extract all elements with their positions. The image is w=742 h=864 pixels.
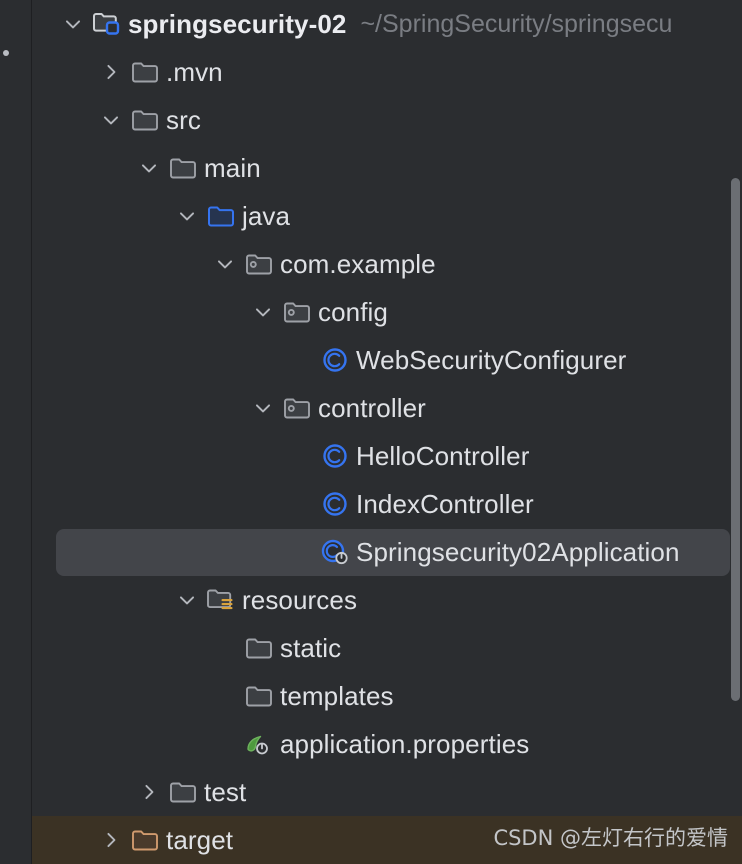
tree-row-content: WebSecurityConfigurer: [284, 336, 626, 384]
tree-row-label: .mvn: [166, 56, 223, 87]
excluded-folder-icon: [128, 816, 162, 864]
tree-row-label: main: [204, 152, 261, 183]
chevron-down-icon[interactable]: [94, 96, 128, 144]
tree-row-content: HelloController: [284, 432, 529, 480]
tree-row-springsecurity-02[interactable]: springsecurity-02 ~/SpringSecurity/spring…: [32, 0, 742, 48]
folder-icon: [128, 96, 162, 144]
tree-row-label: Springsecurity02Application: [356, 536, 680, 567]
package-icon: [280, 384, 314, 432]
tree-row-label: com.example: [280, 248, 436, 279]
tree-row-content: springsecurity-02 ~/SpringSecurity/spring…: [56, 0, 672, 48]
tree-row-label: springsecurity-02: [128, 8, 347, 39]
package-icon: [280, 288, 314, 336]
tree-row-content: templates: [208, 672, 394, 720]
tree-row-content: config: [246, 288, 388, 336]
package-icon: [242, 240, 276, 288]
chevron-down-icon[interactable]: [246, 288, 280, 336]
tree-row-target[interactable]: target: [32, 816, 742, 864]
folder-icon: [166, 144, 200, 192]
project-folder-icon: [90, 0, 124, 48]
tree-row-static[interactable]: static: [32, 624, 742, 672]
java-class-icon: [318, 480, 352, 528]
source-root-folder-icon: [204, 192, 238, 240]
chevron-down-icon[interactable]: [56, 0, 90, 48]
chevron-down-icon[interactable]: [170, 192, 204, 240]
tree-row-content: main: [132, 144, 261, 192]
folder-icon: [242, 672, 276, 720]
tree-row-content: static: [208, 624, 341, 672]
spring-boot-class-icon: [318, 528, 352, 576]
tree-row-label: target: [166, 824, 234, 855]
tree-row-content: .mvn: [94, 48, 223, 96]
resources-root-folder-icon: [204, 576, 238, 624]
tree-row-label: application.properties: [280, 728, 530, 759]
tree-row-content: com.example: [208, 240, 436, 288]
tree-row-websecurityconfigurer[interactable]: WebSecurityConfigurer: [32, 336, 742, 384]
chevron-down-icon[interactable]: [246, 384, 280, 432]
folder-icon: [242, 624, 276, 672]
tree-row-hellocontroller[interactable]: HelloController: [32, 432, 742, 480]
chevron-right-icon[interactable]: [132, 768, 166, 816]
project-file-tree[interactable]: springsecurity-02 ~/SpringSecurity/spring…: [32, 0, 742, 864]
tree-row-label: IndexController: [356, 488, 534, 519]
tree-row-content: src: [94, 96, 201, 144]
tree-row-content: Springsecurity02Application: [284, 528, 680, 576]
tree-row-test[interactable]: test: [32, 768, 742, 816]
project-tool-window: springsecurity-02 ~/SpringSecurity/spring…: [0, 0, 742, 864]
vertical-scrollbar-track[interactable]: [728, 0, 742, 864]
tree-row-com-example[interactable]: com.example: [32, 240, 742, 288]
left-gutter: [0, 0, 31, 864]
tree-row-content: test: [132, 768, 246, 816]
tree-row-label: templates: [280, 680, 394, 711]
tree-row-label: HelloController: [356, 440, 530, 471]
tree-row-content: controller: [246, 384, 426, 432]
tree-row-path: ~/SpringSecurity/springsecu: [360, 9, 673, 38]
tree-row-java[interactable]: java: [32, 192, 742, 240]
tree-row-main[interactable]: main: [32, 144, 742, 192]
spring-properties-icon: [242, 720, 276, 768]
tree-row-label: java: [242, 200, 291, 231]
java-class-icon: [318, 336, 352, 384]
java-class-icon: [318, 432, 352, 480]
tree-row-resources[interactable]: resources: [32, 576, 742, 624]
tree-row-label: static: [280, 632, 342, 663]
tree-row-content: target: [94, 816, 233, 864]
folder-icon: [128, 48, 162, 96]
tree-row-content: IndexController: [284, 480, 534, 528]
chevron-down-icon[interactable]: [208, 240, 242, 288]
tree-row-label: controller: [318, 392, 426, 423]
tree-row-content: java: [170, 192, 290, 240]
tree-row-label: config: [318, 296, 388, 327]
chevron-down-icon[interactable]: [170, 576, 204, 624]
folder-icon: [166, 768, 200, 816]
tree-row-label: test: [204, 776, 247, 807]
chevron-right-icon[interactable]: [94, 816, 128, 864]
tree-row-application-properties[interactable]: application.properties: [32, 720, 742, 768]
tree-row-springsecurity02application[interactable]: Springsecurity02Application: [32, 528, 742, 576]
tree-row-src[interactable]: src: [32, 96, 742, 144]
chevron-down-icon[interactable]: [132, 144, 166, 192]
tree-row-controller[interactable]: controller: [32, 384, 742, 432]
gutter-marker-dot: [3, 50, 9, 56]
tree-row-templates[interactable]: templates: [32, 672, 742, 720]
tree-row-label: WebSecurityConfigurer: [356, 344, 627, 375]
vertical-scrollbar-thumb[interactable]: [731, 178, 740, 701]
tree-row-mvn[interactable]: .mvn: [32, 48, 742, 96]
tree-row-content: resources: [170, 576, 357, 624]
chevron-right-icon[interactable]: [94, 48, 128, 96]
tree-row-label: resources: [242, 584, 358, 615]
tree-row-content: application.properties: [208, 720, 529, 768]
tree-row-indexcontroller[interactable]: IndexController: [32, 480, 742, 528]
tree-row-config[interactable]: config: [32, 288, 742, 336]
tree-row-label: src: [166, 104, 201, 135]
